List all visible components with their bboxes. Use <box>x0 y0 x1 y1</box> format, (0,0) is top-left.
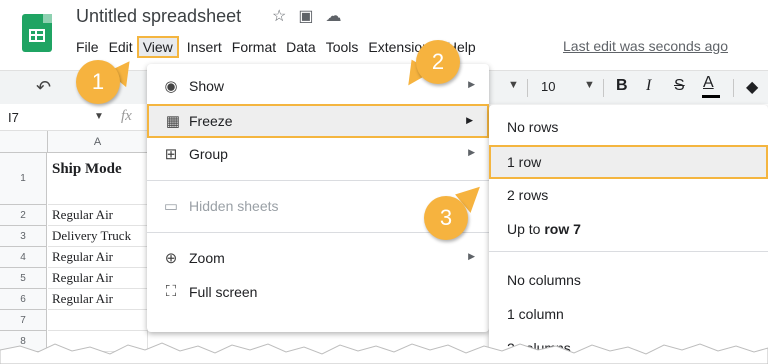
submenu-arrow-icon: ▶ <box>468 79 475 89</box>
menu-item-zoom[interactable]: ⊕ Zoom ▶ <box>147 242 489 274</box>
full-screen-icon: ⛶ <box>165 283 177 300</box>
title-action-icons[interactable]: ☆▣☁ <box>272 6 353 26</box>
document-title[interactable]: Untitled spreadsheet <box>76 6 241 27</box>
column-header-a[interactable]: A <box>48 131 148 153</box>
select-all-corner[interactable] <box>0 131 48 153</box>
toolbar-divider <box>603 79 604 97</box>
submenu-arrow-icon: ▶ <box>468 147 475 157</box>
menu-tools[interactable]: Tools <box>326 39 359 55</box>
menu-item-label: Freeze <box>189 113 233 129</box>
toolbar-divider <box>527 79 528 97</box>
row-header[interactable]: 3 <box>0 226 47 247</box>
table-cell[interactable]: Regular Air <box>48 247 148 268</box>
menu-divider <box>147 180 489 181</box>
submenu-item-label: 2 rows <box>507 187 549 203</box>
text-color-swatch <box>702 95 720 98</box>
font-size-dropdown-icon[interactable]: ▼ <box>584 79 595 91</box>
torn-edge-decoration <box>0 342 768 364</box>
row-header[interactable]: 2 <box>0 205 47 226</box>
menu-item-label: Show <box>189 78 225 94</box>
strikethrough-button[interactable]: S <box>674 77 685 95</box>
submenu-arrow-icon: ▶ <box>468 251 475 261</box>
table-cell[interactable]: Regular Air <box>48 205 148 226</box>
bold-button[interactable]: B <box>616 77 628 95</box>
submenu-item-label: No columns <box>507 272 581 288</box>
submenu-item-label: Up to row 7 <box>507 221 581 237</box>
submenu-item-2-rows[interactable]: 2 rows <box>489 179 768 211</box>
menu-item-label: Group <box>189 146 228 162</box>
italic-button[interactable]: I <box>646 77 651 95</box>
menu-data[interactable]: Data <box>286 39 316 55</box>
font-size-value[interactable]: 10 <box>541 79 555 94</box>
submenu-item-label: 1 row <box>507 154 542 170</box>
star-icon[interactable]: ☆ <box>272 8 298 25</box>
font-dropdown-arrow-icon[interactable]: ▼ <box>508 79 519 91</box>
move-folder-icon[interactable]: ▣ <box>298 8 325 25</box>
name-box[interactable]: I7 <box>8 110 19 125</box>
menu-divider <box>489 251 768 252</box>
submenu-item-label: 1 column <box>507 306 564 322</box>
step-callout-1: 1 <box>76 60 120 104</box>
zoom-icon: ⊕ <box>164 250 178 267</box>
menu-item-label: Hidden sheets <box>189 198 279 214</box>
freeze-grid-icon: ▦ <box>165 113 181 130</box>
menu-item-freeze[interactable]: ▦ Freeze ▶ <box>147 104 489 138</box>
cloud-status-icon[interactable]: ☁ <box>325 8 353 25</box>
submenu-item-1-column[interactable]: 1 column <box>489 298 768 330</box>
eye-icon: ◉ <box>164 78 178 95</box>
menu-item-full-screen[interactable]: ⛶ Full screen <box>147 276 489 308</box>
submenu-item-no-columns[interactable]: No columns <box>489 264 768 296</box>
row-header[interactable]: 5 <box>0 268 47 289</box>
submenu-item-label: No rows <box>507 119 559 135</box>
step-callout-3: 3 <box>424 196 468 240</box>
hidden-sheet-icon: ▭ <box>163 198 179 215</box>
row-header[interactable]: 7 <box>0 310 47 331</box>
undo-icon[interactable]: ↶ <box>36 77 51 98</box>
table-cell[interactable]: Ship Mode <box>48 153 148 205</box>
fill-color-icon[interactable]: ◆ <box>746 77 758 97</box>
menu-item-group[interactable]: ⊞ Group ▶ <box>147 138 489 170</box>
menu-item-label: Zoom <box>189 250 225 266</box>
menu-format[interactable]: Format <box>232 39 276 55</box>
row-header[interactable]: 6 <box>0 289 47 310</box>
table-cell[interactable]: Delivery Truck <box>48 226 148 247</box>
group-plus-icon: ⊞ <box>164 146 178 163</box>
menu-item-label: Full screen <box>189 284 258 300</box>
name-box-dropdown-icon[interactable]: ▼ <box>94 111 104 122</box>
table-cell[interactable]: Regular Air <box>48 289 148 310</box>
toolbar-divider <box>733 79 734 97</box>
text-color-button[interactable]: A <box>703 74 714 92</box>
submenu-item-no-rows[interactable]: No rows <box>489 111 768 143</box>
row-header[interactable]: 4 <box>0 247 47 268</box>
submenu-item-1-row[interactable]: 1 row <box>489 145 768 179</box>
last-edit-link[interactable]: Last edit was seconds ago <box>563 38 728 54</box>
fx-icon: fx <box>121 108 132 124</box>
row-header[interactable]: 1 <box>0 153 47 205</box>
submenu-arrow-icon: ▶ <box>466 115 473 125</box>
menu-view[interactable]: View <box>136 36 179 58</box>
freeze-submenu: No rows 1 row 2 rows Up to row 7 No colu… <box>489 105 768 364</box>
table-cell[interactable]: Regular Air <box>48 268 148 289</box>
submenu-item-up-to-row[interactable]: Up to row 7 <box>489 213 768 245</box>
table-cell[interactable] <box>48 310 148 331</box>
menu-file[interactable]: File <box>76 39 99 55</box>
sheets-logo-icon[interactable] <box>22 14 52 52</box>
step-callout-2: 2 <box>416 40 460 84</box>
menu-edit[interactable]: Edit <box>109 39 133 55</box>
menu-insert[interactable]: Insert <box>187 39 222 55</box>
